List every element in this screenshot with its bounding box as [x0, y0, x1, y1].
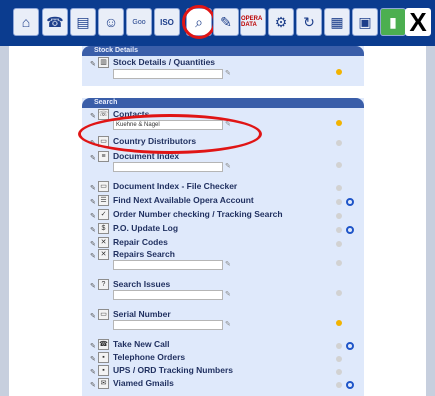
log-icon: $: [98, 223, 109, 234]
search-issues-input[interactable]: [113, 290, 223, 300]
telephone-orders-row[interactable]: ✎ ▪ Telephone Orders: [82, 351, 364, 365]
stock-details-label[interactable]: Stock Details / Quantities: [113, 56, 215, 69]
book-icon[interactable]: ▮: [380, 8, 406, 36]
status-dot: [336, 162, 342, 168]
pencil-icon: ✎: [90, 241, 96, 248]
status-dot: [336, 69, 342, 75]
pencil-icon: ✎: [225, 261, 231, 268]
status-dot: [336, 260, 342, 266]
pencil-icon: ✎: [90, 227, 96, 234]
status-dot: [336, 343, 342, 349]
ups-tracking-label[interactable]: UPS / ORD Tracking Numbers: [113, 364, 233, 377]
pencil-icon: ✎: [225, 163, 231, 170]
status-dot: [336, 185, 342, 191]
status-dot: [336, 120, 342, 126]
telephone-orders-label[interactable]: Telephone Orders: [113, 351, 185, 364]
status-dot: [336, 320, 342, 326]
close-icon[interactable]: X: [405, 7, 431, 37]
stock-header: Stock Details: [82, 46, 364, 56]
call-icon: ☎: [98, 339, 109, 350]
ups-icon: ▪: [98, 365, 109, 376]
search-header: Search: [82, 98, 364, 108]
highlight-ring: [182, 5, 216, 39]
pencil-icon[interactable]: ✎: [213, 8, 239, 36]
left-band: [0, 46, 9, 396]
open-circle-icon[interactable]: [346, 226, 354, 234]
repairs-search-input[interactable]: [113, 260, 223, 270]
mail-icon: ✉: [98, 378, 109, 389]
open-circle-icon[interactable]: [346, 198, 354, 206]
repair-icon: ✕: [98, 237, 109, 248]
order-tracking-label[interactable]: Order Number checking / Tracking Search: [113, 208, 283, 221]
pencil-icon: ✎: [225, 70, 231, 77]
pencil-icon: ✎: [90, 185, 96, 192]
po-update-log-row[interactable]: ✎ $ P.O. Update Log: [82, 222, 364, 236]
serial-number-input[interactable]: [113, 320, 223, 330]
pencil-icon: ✎: [90, 213, 96, 220]
find-opera-account-label[interactable]: Find Next Available Opera Account: [113, 194, 254, 207]
file-checker-row[interactable]: ✎ ▭ Document Index - File Checker: [82, 180, 364, 194]
stock-details-row[interactable]: ✎ ▥ Stock Details / Quantities: [82, 56, 364, 70]
pencil-icon: ✎: [90, 313, 96, 320]
box-icon[interactable]: ▣: [352, 8, 378, 36]
refresh-icon[interactable]: ↻: [296, 8, 322, 36]
list-icon: ☰: [98, 195, 109, 206]
folder-icon: ▭: [98, 181, 109, 192]
status-dot: [336, 290, 342, 296]
status-dot: [336, 382, 342, 388]
order-icon: ✓: [98, 209, 109, 220]
order-icon: ▪: [98, 352, 109, 363]
open-circle-icon[interactable]: [346, 381, 354, 389]
pencil-icon: ✎: [90, 283, 96, 290]
stock-details-panel: Stock Details ✎ ▥ Stock Details / Quanti…: [82, 46, 364, 86]
status-dot: [336, 213, 342, 219]
top-toolbar: ⌂ ☎ ▤ ☺ Goo ISO ⌕ ✎ OPERA DATA ⚙ ↻ ▦ ▣ ▮…: [0, 0, 435, 46]
opera-data-icon[interactable]: OPERA DATA: [240, 8, 266, 36]
phone-icon[interactable]: ☎: [42, 8, 68, 36]
take-new-call-row[interactable]: ✎ ☎ Take New Call: [82, 338, 364, 352]
pencil-icon: ✎: [90, 369, 96, 376]
status-dot: [336, 227, 342, 233]
status-dot: [336, 241, 342, 247]
document-icon: ≡: [98, 151, 109, 162]
people-icon[interactable]: ☺: [98, 8, 124, 36]
google-icon[interactable]: Goo: [126, 8, 152, 36]
po-update-log-label[interactable]: P.O. Update Log: [113, 222, 178, 235]
viamed-gmails-row[interactable]: ✎ ✉ Viamed Gmails: [82, 377, 364, 391]
pencil-icon: ✎: [90, 382, 96, 389]
card-icon[interactable]: ▤: [70, 8, 96, 36]
pencil-icon: ✎: [90, 199, 96, 206]
home-icon[interactable]: ⌂: [13, 8, 39, 36]
stock-input[interactable]: [113, 69, 223, 79]
stock-icon: ▥: [98, 57, 109, 68]
find-opera-account-row[interactable]: ✎ ☰ Find Next Available Opera Account: [82, 194, 364, 208]
viamed-gmails-label[interactable]: Viamed Gmails: [113, 377, 174, 390]
file-checker-label[interactable]: Document Index - File Checker: [113, 180, 237, 193]
status-dot: [336, 140, 342, 146]
take-new-call-label[interactable]: Take New Call: [113, 338, 170, 351]
repair-icon: ✕: [98, 249, 109, 260]
pencil-icon: ✎: [225, 321, 231, 328]
pencil-icon: ✎: [90, 253, 96, 260]
issue-icon: ?: [98, 279, 109, 290]
pencil-icon: ✎: [225, 291, 231, 298]
right-band: [426, 46, 435, 396]
pencil-icon: ✎: [90, 155, 96, 162]
status-dot: [336, 356, 342, 362]
iso-icon[interactable]: ISO: [154, 8, 180, 36]
gear-icon[interactable]: ⚙: [268, 8, 294, 36]
serial-icon: ▭: [98, 309, 109, 320]
ups-tracking-row[interactable]: ✎ ▪ UPS / ORD Tracking Numbers: [82, 364, 364, 378]
status-dot: [336, 199, 342, 205]
status-dot: [336, 369, 342, 375]
pencil-icon: ✎: [90, 343, 96, 350]
order-tracking-row[interactable]: ✎ ✓ Order Number checking / Tracking Sea…: [82, 208, 364, 222]
open-circle-icon[interactable]: [346, 342, 354, 350]
pencil-icon: ✎: [90, 356, 96, 363]
pencil-icon: ✎: [90, 61, 96, 68]
chart-icon[interactable]: ▦: [324, 8, 350, 36]
pencil-icon: ✎: [90, 113, 96, 120]
highlight-oval: [78, 114, 262, 154]
document-index-input[interactable]: [113, 162, 223, 172]
